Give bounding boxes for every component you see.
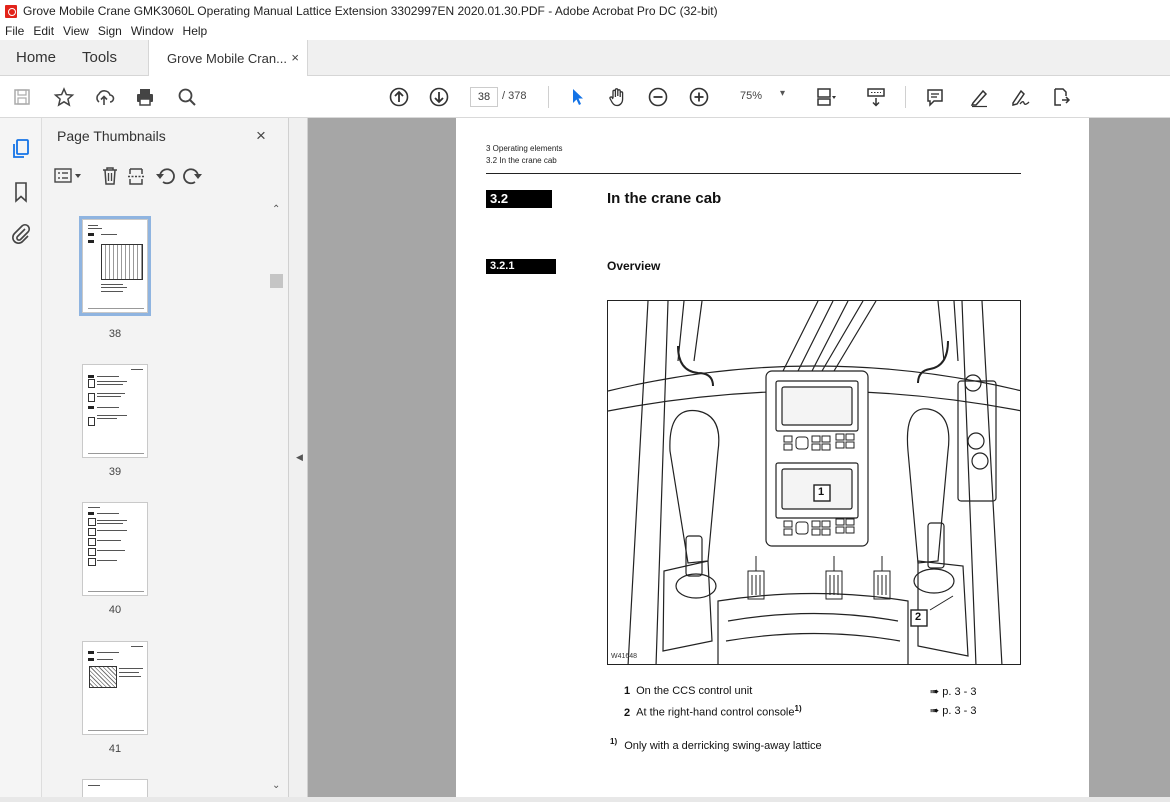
thumbnail-page-label: 39: [108, 466, 122, 478]
thumbnail-page-label: 41: [108, 743, 122, 755]
section-title: In the crane cab: [607, 190, 722, 207]
tab-document[interactable]: Grove Mobile Cran... ×: [148, 40, 308, 76]
save-icon[interactable]: [9, 84, 35, 110]
close-panel-icon[interactable]: ×: [256, 126, 266, 146]
close-tab-icon[interactable]: ×: [291, 50, 299, 65]
legend-text: At the right-hand control console: [636, 706, 795, 719]
legend-number: 1: [624, 685, 631, 697]
thumbnail-figure: [101, 244, 143, 280]
zoom-in-icon[interactable]: [686, 84, 712, 110]
rotate-counterclockwise-icon[interactable]: [156, 168, 175, 185]
insert-page-icon[interactable]: [128, 168, 144, 185]
thumbnail-tools: [54, 164, 204, 188]
acrobat-icon: [5, 4, 17, 18]
crane-cab-figure: 1 2: [607, 300, 1021, 665]
scrollbar-thumb[interactable]: [270, 274, 283, 288]
scroll-down-icon[interactable]: ⌄: [272, 780, 280, 791]
thumbnail-page-label: 38: [108, 328, 122, 340]
find-icon[interactable]: [174, 84, 200, 110]
menu-view[interactable]: View: [63, 24, 89, 38]
sign-icon[interactable]: [1007, 84, 1033, 110]
figure-callout-1: 1: [818, 486, 825, 498]
running-header-chapter: 3 Operating elements: [486, 144, 563, 153]
legend-page-ref[interactable]: ➠ p. 3 - 3: [930, 704, 977, 717]
menu-bar: File Edit View Sign Window Help: [0, 22, 1170, 40]
footnote-text: Only with a derricking swing-away lattic…: [624, 739, 822, 752]
hand-icon[interactable]: [604, 84, 630, 110]
rotate-clockwise-icon[interactable]: [183, 168, 202, 185]
figure-code: W41648: [611, 653, 638, 660]
tab-home[interactable]: Home: [16, 49, 56, 66]
subsection-number: 3.2.1: [486, 259, 556, 274]
tab-tools[interactable]: Tools: [82, 49, 117, 66]
thumbnails-panel-title: Page Thumbnails: [57, 128, 166, 144]
legend-footnote-mark: 1): [794, 704, 802, 713]
zoom-dropdown-icon[interactable]: ▾: [780, 88, 785, 99]
menu-file[interactable]: File: [5, 24, 24, 38]
fit-page-icon[interactable]: [812, 84, 838, 110]
print-icon[interactable]: [132, 84, 158, 110]
legend-page-ref[interactable]: ➠ p. 3 - 3: [930, 685, 977, 698]
legend-text: On the CCS control unit: [636, 685, 753, 697]
thumbnail-page[interactable]: [82, 641, 148, 735]
running-header-section: 3.2 In the crane cab: [486, 156, 557, 165]
toolbar: 38 / 378 75% ▾: [0, 76, 1170, 118]
tab-document-label: Grove Mobile Cran...: [167, 51, 287, 66]
menu-sign[interactable]: Sign: [98, 24, 122, 38]
page-number-input[interactable]: 38: [470, 87, 498, 107]
figure-callout-2: 2: [915, 611, 922, 623]
thumbnail-page[interactable]: [82, 502, 148, 596]
select-icon[interactable]: [564, 84, 590, 110]
tab-bar: Home Tools Grove Mobile Cran... ×: [0, 40, 1170, 76]
menu-edit[interactable]: Edit: [33, 24, 54, 38]
legend-item: 1 On the CCS control unit: [624, 685, 752, 697]
thumbnail-page[interactable]: [79, 216, 151, 316]
toolbar-divider: [548, 86, 549, 108]
thumbnail-page-label: 40: [108, 604, 122, 616]
bookmark-star-icon[interactable]: [51, 84, 77, 110]
menu-help[interactable]: Help: [183, 24, 208, 38]
thumbnails-panel: Page Thumbnails × ⌃ ⌄: [42, 118, 289, 802]
footnote: 1) Only with a derricking swing-away lat…: [610, 737, 822, 752]
next-page-icon[interactable]: [426, 84, 452, 110]
left-tool-rail: [0, 118, 42, 802]
collapse-panel-icon[interactable]: ◀: [296, 452, 303, 463]
zoom-level[interactable]: 75%: [740, 90, 762, 102]
delete-page-icon[interactable]: [103, 167, 117, 185]
zoom-out-icon[interactable]: [645, 84, 671, 110]
share-icon[interactable]: [1047, 84, 1073, 110]
section-number: 3.2: [486, 190, 552, 208]
bookmarks-icon[interactable]: [9, 180, 33, 204]
legend-item: 2 At the right-hand control console1): [624, 704, 802, 719]
page-total: / 378: [502, 90, 527, 102]
status-strip: [0, 797, 1170, 802]
subsection-title: Overview: [607, 259, 661, 273]
page-thumbnails-icon[interactable]: [9, 137, 33, 161]
thumbnails-scrollbar[interactable]: [270, 205, 284, 797]
footnote-mark: 1): [610, 737, 618, 746]
scroll-up-icon[interactable]: ⌃: [272, 204, 280, 215]
legend-number: 2: [624, 706, 631, 719]
header-rule: [486, 173, 1021, 174]
prev-page-icon[interactable]: [386, 84, 412, 110]
highlight-icon[interactable]: [966, 84, 992, 110]
attachments-icon[interactable]: [9, 222, 33, 246]
options-menu-icon[interactable]: [54, 168, 81, 183]
window-title: Grove Mobile Crane GMK3060L Operating Ma…: [23, 4, 718, 18]
upload-icon[interactable]: [91, 84, 117, 110]
comment-icon[interactable]: [922, 84, 948, 110]
scroll-mode-icon[interactable]: [863, 84, 889, 110]
menu-window[interactable]: Window: [131, 24, 174, 38]
title-bar: Grove Mobile Crane GMK3060L Operating Ma…: [0, 0, 1170, 22]
thumbnail-page[interactable]: [82, 364, 148, 458]
toolbar-divider: [905, 86, 906, 108]
